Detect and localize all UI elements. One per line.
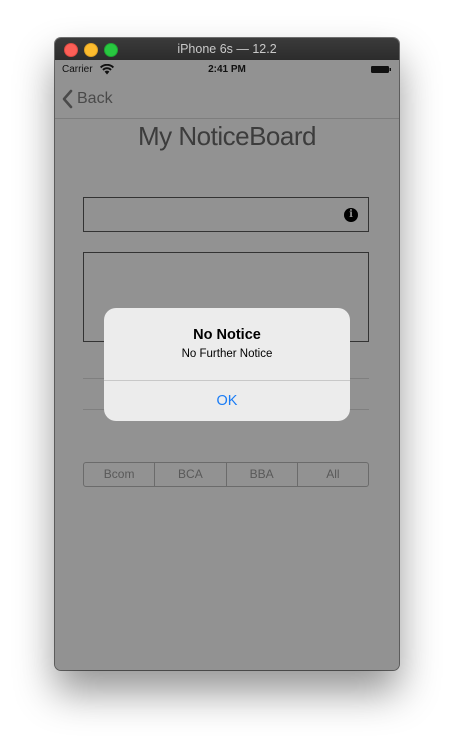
info-icon[interactable]: i xyxy=(344,208,358,222)
status-time: 2:41 PM xyxy=(208,64,246,75)
alert-title: No Notice xyxy=(193,327,261,343)
segment-bba[interactable]: BBA xyxy=(227,463,298,486)
notice-title-input[interactable]: i xyxy=(83,197,369,232)
segment-all[interactable]: All xyxy=(298,463,368,486)
page-title: My NoticeBoard xyxy=(138,121,316,151)
window-title: iPhone 6s — 12.2 xyxy=(177,42,277,56)
device-screen: Carrier 2:41 PM Back My NoticeBoard i Bc… xyxy=(55,60,399,670)
battery-icon xyxy=(371,66,391,73)
simulator-window: iPhone 6s — 12.2 Carrier 2:41 PM Back My… xyxy=(55,38,399,670)
segment-bca[interactable]: BCA xyxy=(155,463,227,486)
navigation-bar: Back xyxy=(55,80,399,119)
back-label: Back xyxy=(77,90,113,107)
alert-dialog: No Notice No Further Notice OK xyxy=(104,308,350,421)
course-segmented-control[interactable]: Bcom BCA BBA All xyxy=(83,462,369,487)
back-chevron-icon xyxy=(62,89,73,109)
alert-ok-button[interactable]: OK xyxy=(104,381,350,421)
segment-bcom[interactable]: Bcom xyxy=(84,463,156,486)
window-titlebar[interactable]: iPhone 6s — 12.2 xyxy=(55,38,399,61)
desktop: iPhone 6s — 12.2 Carrier 2:41 PM Back My… xyxy=(0,0,454,743)
alert-message: No Further Notice xyxy=(181,348,273,360)
status-bar: Carrier 2:41 PM xyxy=(55,60,399,80)
back-button[interactable]: Back xyxy=(61,88,113,110)
